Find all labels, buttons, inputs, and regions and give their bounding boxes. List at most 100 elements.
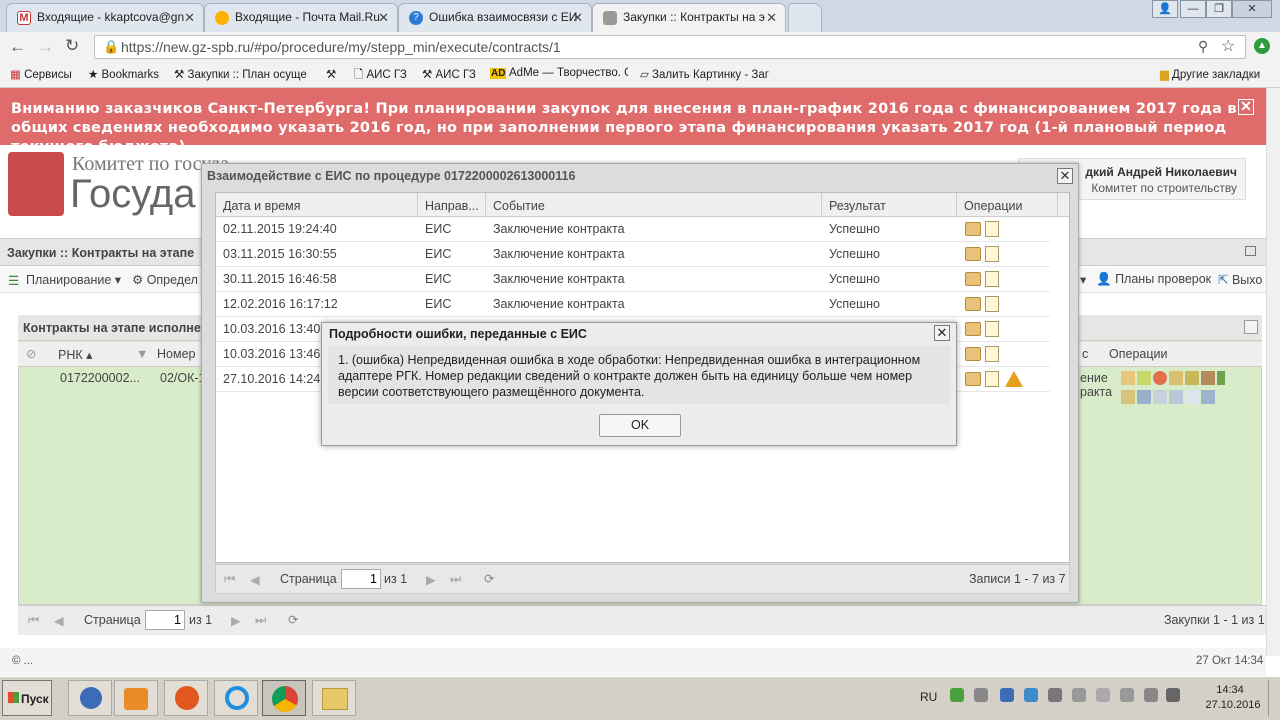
refresh-icon[interactable]: ⟳ (484, 571, 494, 586)
menu-exit[interactable]: ⇱ Выхо (1218, 272, 1262, 287)
close-icon[interactable]: ✕ (378, 10, 389, 26)
page-input[interactable] (341, 569, 381, 589)
document-icon[interactable] (985, 246, 999, 262)
menu-planning[interactable]: Планирование ▾ (26, 272, 121, 287)
update-icon[interactable]: ▲ (1254, 38, 1270, 54)
filter-clear-icon[interactable]: ⊘ (26, 346, 36, 361)
taskbar-app-explorer[interactable] (312, 680, 356, 716)
document-icon[interactable] (985, 221, 999, 237)
package-icon[interactable] (965, 347, 981, 361)
collapse-icon[interactable] (1245, 246, 1256, 256)
banner-close-button[interactable]: ✕ (1238, 99, 1254, 115)
document-icon[interactable] (985, 346, 999, 362)
prev-page-icon[interactable]: ◀ (250, 572, 260, 587)
package-icon[interactable] (965, 297, 981, 311)
last-page-icon[interactable]: ⏭ (255, 613, 266, 628)
taskbar-app-firefox[interactable] (164, 680, 208, 716)
url-input[interactable]: 🔒 https://new.gz-spb.ru/#po/procedure/my… (94, 35, 1246, 59)
eis-dialog-close-button[interactable]: ✕ (1057, 168, 1073, 184)
page-input[interactable] (145, 610, 185, 630)
forward-icon[interactable]: → (37, 37, 54, 57)
new-tab-button[interactable] (788, 3, 822, 32)
last-page-icon[interactable]: ⏭ (450, 572, 461, 587)
col-result[interactable]: Результат (829, 199, 886, 213)
page-scrollbar[interactable] (1266, 88, 1280, 656)
document-icon[interactable] (985, 271, 999, 287)
bookmark-other[interactable]: ▆ Другие закладки (1160, 67, 1260, 81)
profile-icon[interactable]: 👤 (1152, 0, 1178, 18)
volume-icon[interactable] (974, 688, 988, 702)
bookmark-tools[interactable]: ⚒ (326, 67, 336, 81)
warning-icon[interactable] (1005, 371, 1023, 387)
refresh-icon[interactable]: ⟳ (288, 612, 298, 627)
col-number[interactable]: Номер (157, 347, 195, 361)
menu-define[interactable]: ⚙ Определ (132, 272, 198, 287)
bookmark-bookmarks[interactable]: ★ Bookmarks (88, 67, 159, 81)
tray-icon[interactable] (1166, 688, 1180, 702)
col-event[interactable]: Событие (493, 199, 545, 213)
start-button[interactable]: Пуск (2, 680, 52, 716)
table-row[interactable]: 03.11.2015 16:30:55 ЕИС Заключение контр… (216, 242, 1050, 267)
bookmark-ais2[interactable]: ⚒ АИС ГЗ (422, 67, 476, 81)
bookmark-services[interactable]: ▦ Сервисы (10, 67, 72, 81)
flag-icon[interactable] (1096, 688, 1110, 702)
ok-button[interactable]: OK (599, 414, 681, 437)
reload-icon[interactable]: ↻ (65, 36, 79, 56)
taskbar-app-ie[interactable] (214, 680, 258, 716)
next-page-icon[interactable]: ▶ (231, 613, 241, 628)
contract-rnk[interactable]: 0172200002... (60, 371, 140, 385)
bookmark-adme[interactable]: AD AdMe — Творчество. С (490, 67, 628, 79)
tab-mailru[interactable]: Входящие - Почта Mail.Ru ✕ (204, 3, 398, 32)
language-indicator[interactable]: RU (920, 690, 937, 704)
filter-icon[interactable]: ▼ (136, 347, 148, 361)
tray-icon[interactable] (1024, 688, 1038, 702)
table-row[interactable]: 30.11.2015 16:46:58 ЕИС Заключение контр… (216, 267, 1050, 292)
refresh-icon[interactable] (1244, 320, 1258, 334)
minimize-button[interactable]: — (1180, 0, 1206, 18)
star-icon[interactable]: ☆ (1221, 36, 1235, 56)
taskbar-app-word[interactable] (68, 680, 112, 716)
taskbar-app-media[interactable] (114, 680, 158, 716)
restore-button[interactable]: ❐ (1206, 0, 1232, 18)
col-status[interactable]: с (1082, 347, 1088, 361)
next-page-icon[interactable]: ▶ (426, 572, 436, 587)
col-datetime[interactable]: Дата и время (223, 199, 301, 213)
taskbar-app-chrome[interactable] (262, 680, 306, 716)
package-icon[interactable] (965, 272, 981, 286)
document-icon[interactable] (985, 371, 999, 387)
package-icon[interactable] (965, 247, 981, 261)
col-direction[interactable]: Направ... (425, 199, 479, 213)
tray-icon[interactable] (1048, 688, 1062, 702)
bookmark-upload[interactable]: ▱ Залить Картинку - Заг (640, 67, 778, 81)
close-window-button[interactable]: ✕ (1232, 0, 1272, 18)
tray-icon[interactable] (1120, 688, 1134, 702)
error-dialog-close-button[interactable]: ✕ (934, 325, 950, 341)
close-icon[interactable]: ✕ (766, 10, 777, 26)
close-icon[interactable]: ✕ (184, 10, 195, 26)
tab-gmail[interactable]: M Входящие - kkaptcova@gn ✕ (6, 3, 204, 32)
tray-icon[interactable] (950, 688, 964, 702)
document-icon[interactable] (985, 296, 999, 312)
package-icon[interactable] (965, 222, 981, 236)
clock[interactable]: 14:34 27.10.2016 (1205, 684, 1260, 711)
bookmark-plan[interactable]: ⚒ Закупки :: План осуще (174, 67, 312, 81)
show-desktop-button[interactable] (1268, 680, 1278, 716)
prev-page-icon[interactable]: ◀ (54, 613, 64, 628)
tab-eis-error[interactable]: ? Ошибка взаимосвязи с ЕИ ✕ (398, 3, 592, 32)
col-rnk[interactable]: РНК ▴ (58, 347, 92, 362)
document-icon[interactable] (985, 321, 999, 337)
first-page-icon[interactable]: ⏮ (28, 613, 39, 628)
tray-icon[interactable] (1000, 688, 1014, 702)
menu-inspections[interactable]: 👤 Планы проверок (1096, 272, 1211, 287)
zoom-icon[interactable]: ⚲ (1198, 38, 1208, 55)
contract-operations[interactable] (1120, 370, 1260, 410)
package-icon[interactable] (965, 322, 981, 336)
tab-zakupki[interactable]: Закупки :: Контракты на э ✕ (592, 3, 786, 32)
network-icon[interactable] (1144, 688, 1158, 702)
tray-icon[interactable] (1072, 688, 1086, 702)
first-page-icon[interactable]: ⏮ (224, 572, 235, 587)
contract-number[interactable]: 02/ОК-1 (160, 371, 206, 385)
package-icon[interactable] (965, 372, 981, 386)
table-row[interactable]: 12.02.2016 16:17:12 ЕИС Заключение контр… (216, 292, 1050, 317)
bookmark-ais1[interactable]: 🗋 АИС ГЗ (354, 67, 407, 86)
